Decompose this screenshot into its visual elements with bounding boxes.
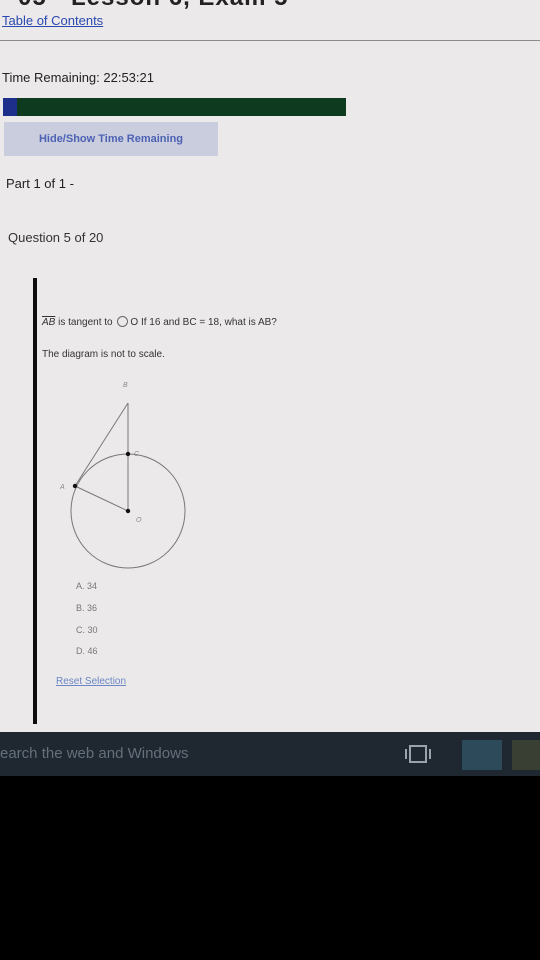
reset-selection-link[interactable]: Reset Selection (56, 676, 126, 687)
question-text: AB is tangent to O If 16 and BC = 18, wh… (42, 316, 277, 328)
taskbar: earch the web and Windows (0, 732, 540, 776)
app-icon[interactable] (462, 740, 502, 770)
label-b: B (123, 382, 128, 389)
time-progress-fill (3, 98, 17, 116)
answer-option-c[interactable]: C. 30 (76, 625, 98, 635)
table-of-contents-link[interactable]: Table of Contents (2, 13, 103, 28)
header-divider (0, 40, 540, 41)
taskbar-search-box[interactable]: earch the web and Windows (0, 745, 188, 762)
label-c: C (134, 451, 140, 458)
browser-page: 05 - Lesson 6, Exam 5 Table of Contents … (0, 0, 540, 732)
question-number: Question 5 of 20 (8, 230, 104, 245)
label-o: O (136, 517, 142, 524)
segment-ab: AB (42, 317, 56, 328)
hide-show-time-button[interactable]: Hide/Show Time Remaining (4, 122, 218, 156)
time-progress-bar (3, 98, 346, 116)
time-remaining-label: Time Remaining: 22:53:21 (2, 70, 154, 85)
page-title: 05 - Lesson 6, Exam 5 (18, 0, 288, 12)
point-o (125, 508, 131, 514)
circle-name: O (130, 317, 139, 328)
answer-option-b[interactable]: B. 36 (76, 603, 97, 613)
monitor-bezel (0, 776, 540, 960)
point-c (125, 451, 131, 457)
segment-ab-line (74, 402, 129, 487)
app-icon[interactable] (512, 740, 540, 770)
tangent-text: is tangent to (58, 317, 113, 328)
circle-symbol-icon (117, 316, 129, 327)
tangent-diagram: B C A O (59, 382, 186, 569)
part-label: Part 1 of 1 - (6, 176, 74, 191)
answer-option-a[interactable]: A. 34 (76, 581, 97, 591)
task-view-icon[interactable] (401, 740, 437, 768)
segment-ao (74, 485, 129, 512)
answer-option-d[interactable]: D. 46 (76, 646, 98, 656)
question-accent-bar (33, 278, 37, 724)
condition-text: If 16 and BC = 18, what is AB? (140, 317, 277, 328)
scale-note: The diagram is not to scale. (42, 349, 165, 360)
point-a (72, 483, 78, 489)
label-a: A (59, 484, 65, 491)
